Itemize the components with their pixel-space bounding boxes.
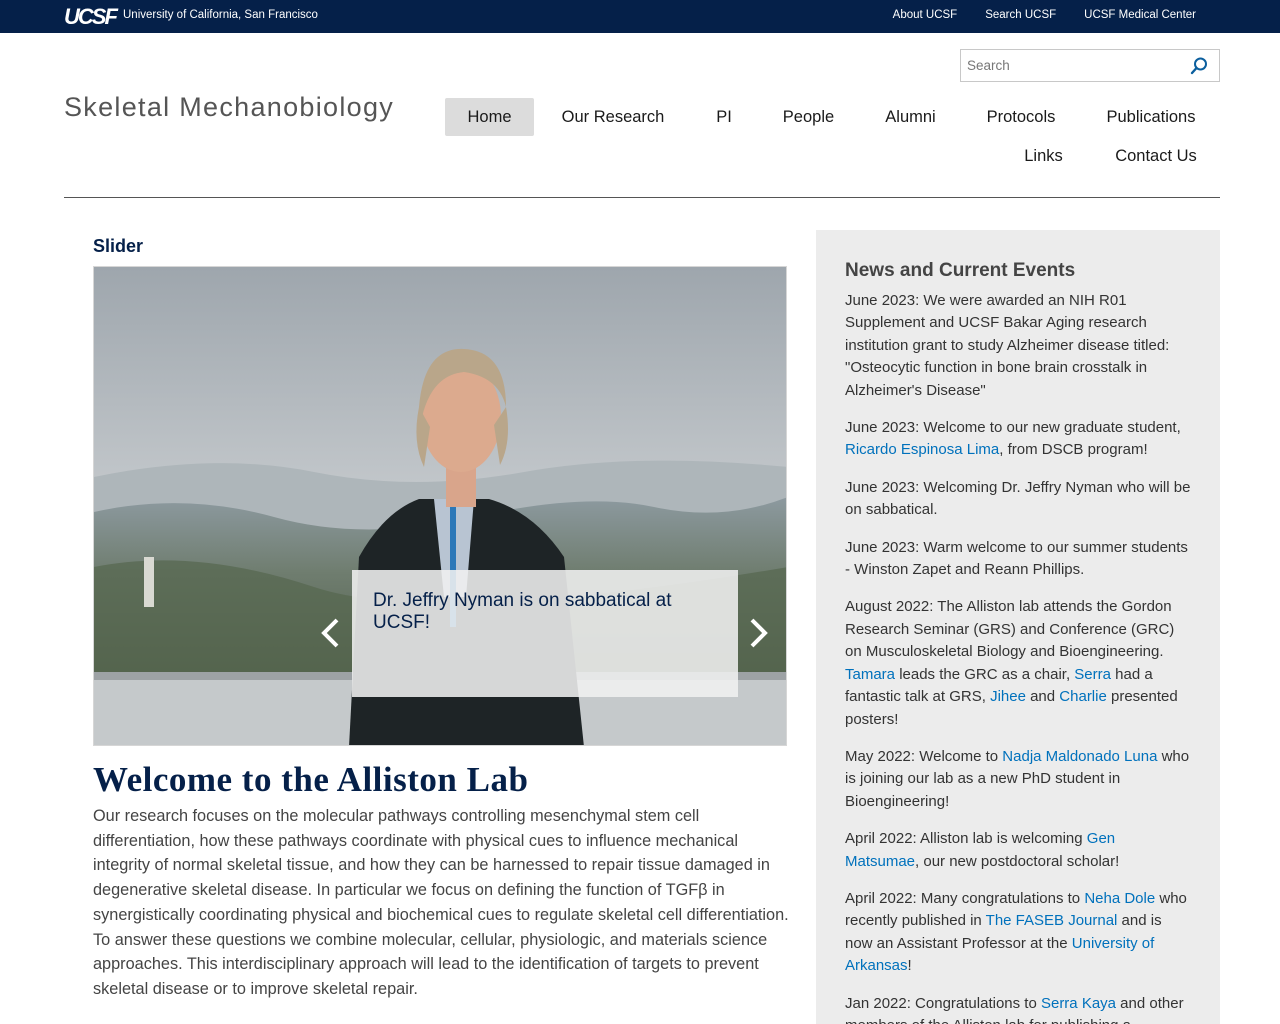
news-text: !	[907, 957, 912, 975]
header-divider	[64, 197, 1220, 198]
news-link[interactable]: Serra	[1074, 666, 1111, 683]
site-title[interactable]: Skeletal Mechanobiology	[64, 92, 394, 123]
nav-publications[interactable]: Publications	[1096, 98, 1206, 136]
slider-heading: Slider	[93, 236, 144, 256]
news-text: June 2023: Welcome to our new graduate s…	[845, 419, 1181, 437]
news-text: June 2023: Warm welcome to our summer st…	[845, 538, 1188, 579]
news-link[interactable]: Nadja Maldonado Luna	[1002, 748, 1157, 765]
news-text: Jan 2022: Congratulations to	[845, 994, 1041, 1012]
news-text: August 2022: The Alliston lab attends th…	[845, 598, 1175, 661]
ucsf-top-bar: UCSF University of California, San Franc…	[0, 0, 1280, 33]
ucsf-medical-center-link[interactable]: UCSF Medical Center	[1084, 9, 1196, 21]
news-text: , from DSCB program!	[999, 441, 1148, 459]
news-link[interactable]: Neha Dole	[1084, 890, 1155, 907]
nav-links[interactable]: Links	[1015, 137, 1072, 175]
news-link[interactable]: Serra Kaya	[1041, 995, 1116, 1012]
news-item: June 2023: Warm welcome to our summer st…	[845, 537, 1191, 582]
chevron-left-icon[interactable]	[319, 617, 341, 649]
nav-our-research[interactable]: Our Research	[552, 98, 674, 136]
news-heading: News and Current Events	[845, 260, 1076, 281]
news-item: April 2022: Alliston lab is welcoming Ge…	[845, 828, 1191, 873]
welcome-title: Welcome to the Alliston Lab	[93, 760, 529, 799]
news-item: April 2022: Many congratulations to Neha…	[845, 888, 1191, 978]
intro-paragraph: Our research focuses on the molecular pa…	[93, 807, 789, 998]
news-text: leads the GRC as a chair,	[895, 665, 1075, 683]
top-links: About UCSF Search UCSF UCSF Medical Cent…	[893, 9, 1196, 21]
ucsf-logo[interactable]: UCSF	[64, 4, 118, 30]
news-text: May 2022: Welcome to	[845, 747, 1003, 765]
news-text: June 2023: Welcoming Dr. Jeffry Nyman wh…	[845, 478, 1191, 519]
news-text: April 2022: Many congratulations to	[845, 889, 1085, 907]
search-ucsf-link[interactable]: Search UCSF	[985, 9, 1056, 21]
news-sidebar: News and Current Events June 2023: We we…	[816, 230, 1220, 1024]
news-item: June 2023: Welcoming Dr. Jeffry Nyman wh…	[845, 477, 1191, 522]
nav-people[interactable]: People	[773, 98, 844, 136]
about-ucsf-link[interactable]: About UCSF	[893, 9, 958, 21]
nav-alumni[interactable]: Alumni	[875, 98, 946, 136]
news-text: , our new postdoctoral scholar!	[915, 852, 1120, 870]
news-text: April 2022: Alliston lab is welcoming	[845, 830, 1087, 848]
nav-protocols[interactable]: Protocols	[976, 98, 1066, 136]
news-item: June 2023: Welcome to our new graduate s…	[845, 417, 1191, 462]
news-item: June 2023: We were awarded an NIH R01 Su…	[845, 290, 1191, 402]
ucsf-logo-mark: UCSF	[64, 4, 118, 29]
nav-pi[interactable]: PI	[702, 98, 746, 136]
news-link[interactable]: Charlie	[1059, 688, 1107, 705]
search-icon[interactable]	[1189, 56, 1209, 76]
news-text: and	[1025, 688, 1060, 706]
news-link[interactable]: Jihee	[990, 688, 1026, 705]
news-link[interactable]: Ricardo Espinosa Lima	[845, 441, 999, 458]
news-item: Jan 2022: Congratulations to Serra Kaya …	[845, 993, 1191, 1024]
news-text: June 2023: We were awarded an NIH R01 Su…	[845, 292, 1170, 399]
slide-caption: Dr. Jeffry Nyman is on sabbatical at UCS…	[352, 570, 738, 697]
site-search	[960, 49, 1220, 82]
university-name[interactable]: University of California, San Francisco	[123, 9, 318, 21]
chevron-right-icon[interactable]	[748, 617, 770, 649]
news-link[interactable]: The FASEB Journal	[986, 912, 1118, 929]
nav-contact-us[interactable]: Contact Us	[1104, 137, 1208, 175]
news-list: June 2023: We were awarded an NIH R01 Su…	[845, 290, 1191, 1024]
news-item: August 2022: The Alliston lab attends th…	[845, 596, 1191, 730]
news-link[interactable]: Tamara	[845, 666, 895, 683]
nav-home[interactable]: Home	[445, 98, 534, 136]
news-item: May 2022: Welcome to Nadja Maldonado Lun…	[845, 746, 1191, 813]
search-input[interactable]	[961, 50, 1181, 81]
